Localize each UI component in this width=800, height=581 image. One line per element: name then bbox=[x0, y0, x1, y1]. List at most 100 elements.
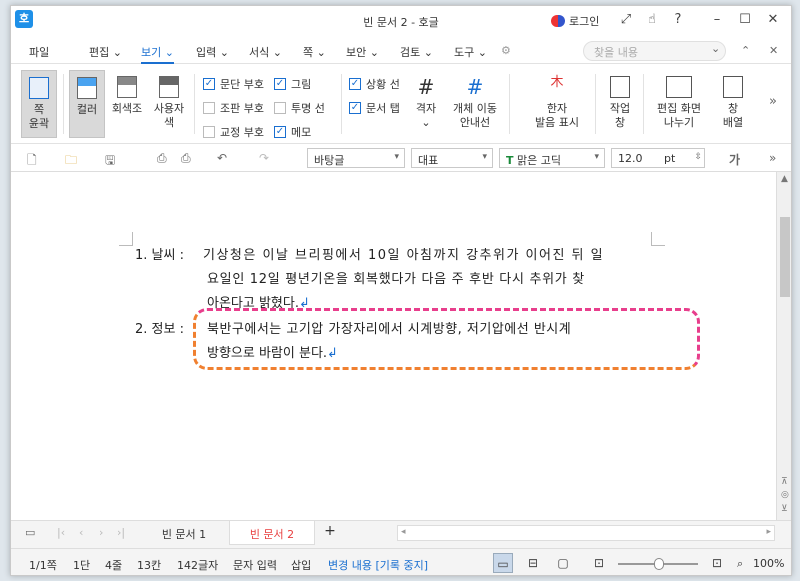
style-select[interactable]: 바탕글 ▾ bbox=[307, 148, 405, 168]
color-button[interactable]: 컬러 bbox=[69, 70, 105, 138]
prev-page-icon[interactable]: ⊼ bbox=[781, 477, 788, 487]
first-tab-icon[interactable]: |‹ bbox=[57, 526, 65, 539]
hand-icon[interactable]: ☝ bbox=[642, 12, 662, 27]
split-view-label: 편집 화면 나누기 bbox=[657, 102, 701, 129]
hanja-label: 한자 발음 표시 bbox=[535, 102, 579, 129]
user-color-icon bbox=[159, 76, 179, 98]
checkbox-layout-mark[interactable]: 조판 부호 bbox=[203, 100, 264, 116]
save-icon[interactable]: 🖫 bbox=[105, 151, 115, 172]
language-select[interactable]: 대표 ▾ bbox=[411, 148, 493, 168]
task-window-button[interactable]: 작업 창 bbox=[603, 70, 637, 138]
menu-review[interactable]: 검토 ⌄ bbox=[400, 44, 433, 60]
gear-icon[interactable]: ⚙ bbox=[501, 44, 511, 57]
print-icon[interactable]: ⎙ bbox=[157, 151, 167, 166]
object-guide-button[interactable]: # 개체 이동 안내선 bbox=[449, 70, 501, 138]
status-line[interactable]: 4줄 bbox=[105, 557, 122, 573]
status-char-count[interactable]: 142글자 bbox=[177, 557, 218, 573]
open-folder-icon[interactable]: 🗀 bbox=[65, 151, 77, 172]
search-input[interactable]: 찾을 내용 bbox=[583, 41, 726, 61]
grayscale-button[interactable]: 회색조 bbox=[109, 70, 145, 138]
page-outline-button[interactable]: 쪽 윤곽 bbox=[21, 70, 57, 138]
split-view-button[interactable]: 편집 화면 나누기 bbox=[651, 70, 707, 138]
list-item-1-line-2: 요일인 12일 평년기온을 회복했다가 다음 주 후반 다시 추위가 찾 bbox=[207, 272, 585, 287]
list-item-1-label: 1. 날씨 : bbox=[135, 248, 184, 263]
new-doc-icon[interactable]: 🗋 bbox=[27, 151, 37, 172]
menu-file[interactable]: 파일 bbox=[29, 44, 49, 60]
status-track-changes[interactable]: 변경 내용 [기록 중지] bbox=[328, 557, 428, 573]
status-section[interactable]: 1단 bbox=[73, 557, 90, 573]
toolbar-more-icon[interactable]: » bbox=[769, 151, 776, 165]
minimize-icon[interactable]: – bbox=[707, 12, 727, 27]
close-doc-icon[interactable]: ✕ bbox=[769, 44, 778, 57]
format-toolbar: 🗋 🗀 🖫 ⎙ ⎙ ↶ ↷ 바탕글 ▾ 대표 ▾ T 맑은 고딕 ▾ 12.0 pt ⇳ … bbox=[11, 144, 791, 172]
add-tab-button[interactable]: + bbox=[319, 521, 341, 545]
scroll-left-icon[interactable]: ◂ bbox=[401, 527, 406, 537]
status-input-mode[interactable]: 문자 입력 bbox=[233, 557, 277, 573]
fullscreen-icon[interactable]: ⤢ bbox=[616, 12, 636, 27]
menu-page[interactable]: 쪽 ⌄ bbox=[303, 44, 326, 60]
split-view-icon[interactable]: ⊟ bbox=[523, 553, 543, 573]
status-column[interactable]: 13칸 bbox=[137, 557, 161, 573]
menu-bar: 파일 편집 ⌄ 보기 ⌄ 입력 ⌄ 서식 ⌄ 쪽 ⌄ 보안 ⌄ 검토 ⌄ 도구 … bbox=[11, 36, 791, 64]
page-outline-label: 쪽 윤곽 bbox=[28, 103, 50, 130]
ribbon-more-icon[interactable]: » bbox=[769, 94, 777, 109]
menu-edit[interactable]: 편집 ⌄ bbox=[89, 44, 122, 60]
undo-icon[interactable]: ↶ bbox=[217, 151, 227, 165]
menu-insert[interactable]: 입력 ⌄ bbox=[196, 44, 229, 60]
last-tab-icon[interactable]: ›| bbox=[117, 526, 125, 539]
zoom-level[interactable]: 100% bbox=[753, 557, 784, 570]
close-icon[interactable]: ✕ bbox=[763, 12, 783, 27]
checkbox-para-mark[interactable]: ✓ 문단 부호 bbox=[203, 76, 264, 92]
menu-security[interactable]: 보안 ⌄ bbox=[346, 44, 379, 60]
status-page[interactable]: 1/1쪽 bbox=[29, 557, 57, 573]
language-value: 대표 bbox=[418, 154, 439, 167]
char-shape-button[interactable]: 가 bbox=[729, 151, 740, 168]
ribbon: 쪽 윤곽 컬러 회색조 사용자 색 ✓ 문단 부호 조판 부호 교정 부호 ✓ 그림… bbox=[11, 64, 791, 144]
zoom-out-icon[interactable]: ⊡ bbox=[589, 553, 609, 573]
checkbox-transparent-line[interactable]: 투명 선 bbox=[274, 100, 325, 116]
menu-format[interactable]: 서식 ⌄ bbox=[249, 44, 282, 60]
login-button[interactable]: 로그인 bbox=[551, 13, 599, 29]
scroll-up-icon[interactable]: ▲ bbox=[781, 174, 788, 184]
page-view-icon[interactable]: ▭ bbox=[493, 553, 513, 573]
arrange-windows-button[interactable]: 창 배열 bbox=[713, 70, 753, 138]
user-color-button[interactable]: 사용자 색 bbox=[149, 70, 189, 138]
zoom-slider[interactable] bbox=[618, 558, 698, 570]
next-tab-icon[interactable]: › bbox=[99, 526, 103, 539]
magnifier-icon[interactable]: ⌕ bbox=[737, 557, 743, 571]
prev-tab-icon[interactable]: ‹ bbox=[79, 526, 83, 539]
grid-button[interactable]: # 격자 ⌄ bbox=[409, 70, 443, 138]
zoom-in-icon[interactable]: ⊡ bbox=[707, 553, 727, 573]
font-size-input[interactable]: 12.0 pt ⇳ bbox=[611, 148, 705, 168]
checkbox-proof-mark[interactable]: 교정 부호 bbox=[203, 124, 264, 140]
help-icon[interactable]: ? bbox=[668, 12, 688, 27]
scroll-right-icon[interactable]: ▸ bbox=[766, 527, 771, 537]
menu-tools[interactable]: 도구 ⌄ bbox=[454, 44, 487, 60]
print-preview-icon[interactable]: ⎙ bbox=[181, 151, 191, 166]
tab-doc-2[interactable]: 빈 문서 2 bbox=[229, 521, 315, 545]
hanja-button[interactable]: 木 한자 발음 표시 bbox=[525, 70, 589, 138]
scrollbar-thumb[interactable] bbox=[780, 217, 790, 297]
menu-view[interactable]: 보기 ⌄ bbox=[141, 44, 174, 64]
collapse-ribbon-icon[interactable]: ⌃ bbox=[741, 44, 750, 57]
chevron-down-icon: ▾ bbox=[482, 152, 487, 162]
maximize-icon[interactable]: ☐ bbox=[735, 12, 755, 27]
checkbox-doc-tab[interactable]: ✓ 문서 탭 bbox=[349, 100, 400, 116]
next-page-icon[interactable]: ⊻ bbox=[781, 504, 788, 514]
task-window-label: 작업 창 bbox=[609, 102, 631, 129]
tab-doc-1[interactable]: 빈 문서 1 bbox=[141, 521, 227, 545]
horizontal-scrollbar[interactable]: ◂ ▸ bbox=[397, 525, 775, 541]
full-page-view-icon[interactable]: ▢ bbox=[553, 553, 573, 573]
checkbox-picture[interactable]: ✓ 그림 bbox=[274, 76, 311, 92]
font-select[interactable]: T 맑은 고딕 ▾ bbox=[499, 148, 605, 168]
vertical-scrollbar[interactable]: ▲ ⊼ ◎ ⊻ bbox=[776, 172, 791, 520]
status-insert-mode[interactable]: 삽입 bbox=[291, 557, 311, 573]
checkbox-status-line[interactable]: ✓ 상황 선 bbox=[349, 76, 400, 92]
checkbox-memo[interactable]: ✓ 메모 bbox=[274, 124, 311, 140]
checkbox-label: 메모 bbox=[291, 126, 312, 139]
page-target-icon[interactable]: ◎ bbox=[781, 490, 789, 500]
zoom-slider-knob[interactable] bbox=[654, 558, 664, 570]
tab-list-icon[interactable]: ▭ bbox=[25, 526, 35, 539]
redo-icon[interactable]: ↷ bbox=[259, 151, 269, 165]
chevron-down-icon[interactable]: ⌄ bbox=[711, 42, 720, 55]
